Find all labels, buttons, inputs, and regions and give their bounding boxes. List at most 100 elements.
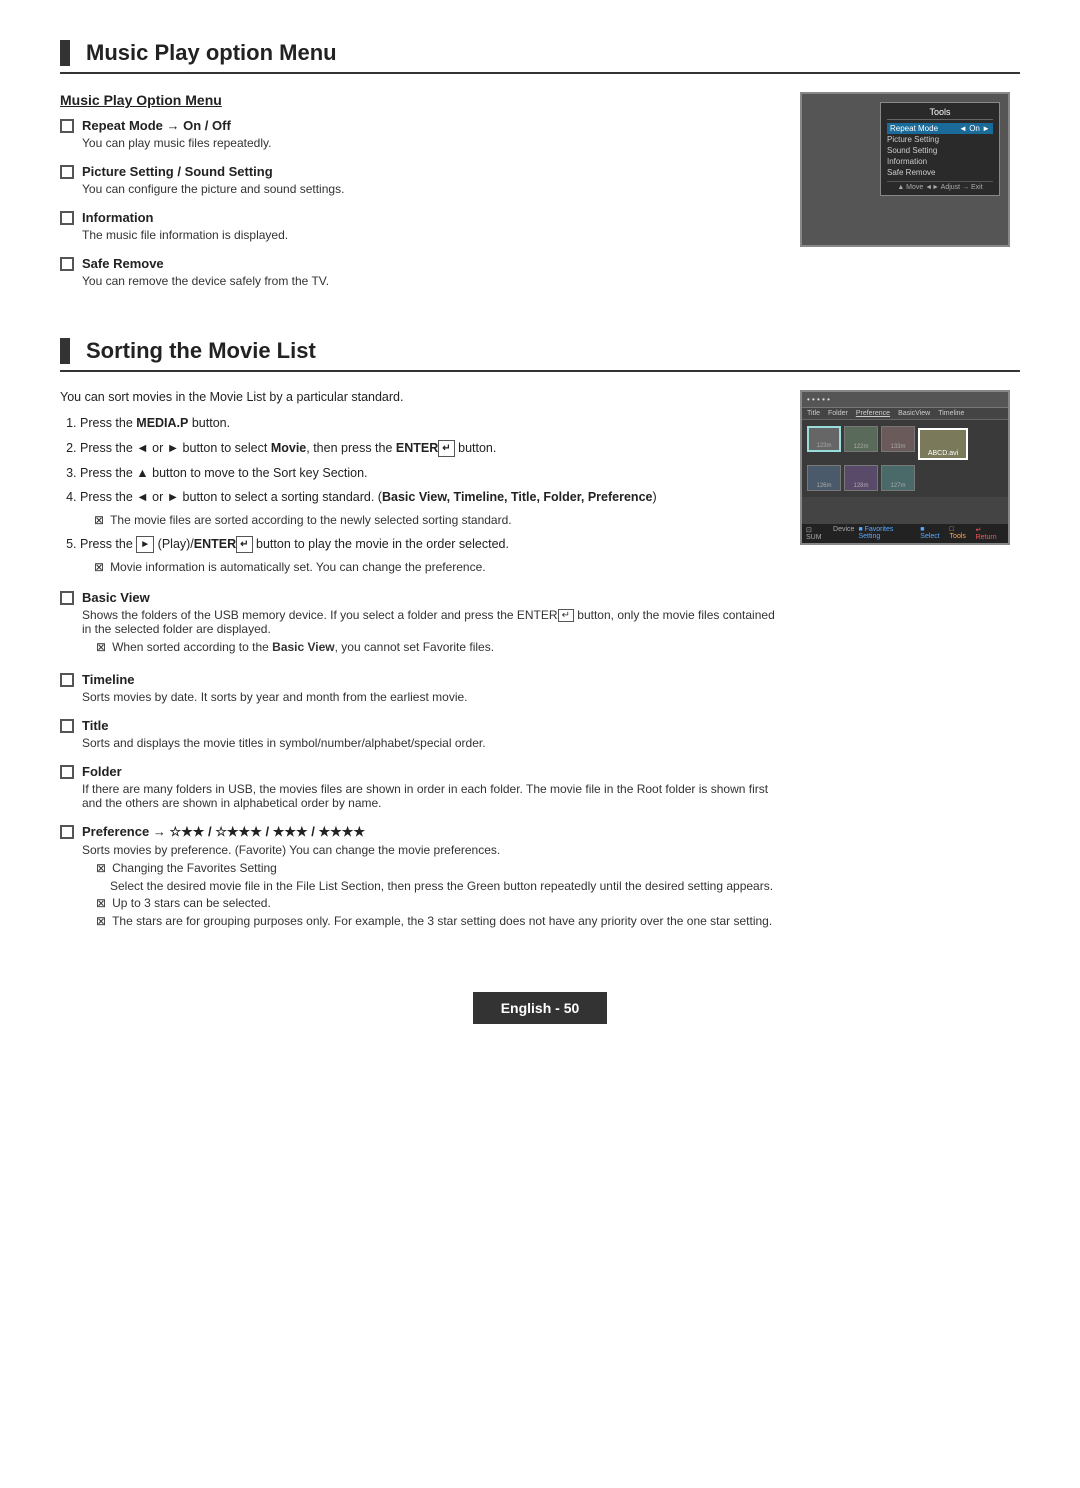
check-label-preference: Preference → ☆★★ / ☆★★★ / ★★★ / ★★★★ bbox=[82, 824, 776, 840]
movie-step-5: Press the ► (Play)/ENTER↵ button to play… bbox=[80, 535, 776, 576]
page-footer: English - 50 bbox=[60, 982, 1020, 1024]
movie-tab-preference: Preference bbox=[856, 410, 890, 417]
check-box-folder bbox=[60, 765, 74, 779]
check-label-basic: Basic View bbox=[82, 590, 776, 605]
movie-footer-favorites: ■ Favorites Setting bbox=[858, 526, 916, 541]
check-label-info: Information bbox=[82, 210, 776, 225]
check-desc-folder: If there are many folders in USB, the mo… bbox=[82, 782, 776, 810]
check-content-repeat: Repeat Mode → On / Off You can play musi… bbox=[82, 118, 776, 150]
movie-header-bar: • • • • • bbox=[802, 392, 1008, 408]
movie-footer-select: ■ Select bbox=[920, 526, 945, 541]
section-music-content: Music Play Option Menu Repeat Mode → On … bbox=[60, 92, 776, 302]
tools-item-repeat-label: Repeat Mode bbox=[890, 124, 938, 133]
check-box-repeat bbox=[60, 119, 74, 133]
section-music-play: Music Play option Menu Music Play Option… bbox=[60, 40, 1020, 302]
movie-footer-return: ↵ Return bbox=[976, 526, 1004, 541]
movie-tv-screen-container: • • • • • Title Folder Preference BasicV… bbox=[800, 390, 1020, 946]
check-content-basic: Basic View Shows the folders of the USB … bbox=[82, 590, 776, 658]
section-movie-inner: You can sort movies in the Movie List by… bbox=[60, 390, 1020, 946]
note-icon-pref3: ⊠ bbox=[96, 914, 106, 928]
check-safe-remove: Safe Remove You can remove the device sa… bbox=[60, 256, 776, 288]
movie-step-2: Press the ◄ or ► button to select Movie,… bbox=[80, 439, 776, 458]
check-content-title: Title Sorts and displays the movie title… bbox=[82, 718, 776, 750]
movie-note-1-text: The movie files are sorted according to … bbox=[110, 511, 512, 529]
music-tv-screen: Tools Repeat Mode ◄ On ► Picture Setting… bbox=[800, 92, 1010, 247]
basic-view-note-text: When sorted according to the Basic View,… bbox=[112, 640, 494, 654]
check-box-timeline bbox=[60, 673, 74, 687]
preference-note-1-text: Changing the Favorites Setting bbox=[112, 861, 277, 875]
tools-item-repeat-arrows: ◄ On ► bbox=[959, 124, 990, 133]
section-music-inner: Music Play Option Menu Repeat Mode → On … bbox=[60, 92, 1020, 302]
movie-footer-device: Device bbox=[833, 526, 854, 541]
movie-footer-bar: ⊡ SUM Device ■ Favorites Setting ■ Selec… bbox=[802, 524, 1008, 543]
check-label-timeline: Timeline bbox=[82, 672, 776, 687]
tools-box: Tools Repeat Mode ◄ On ► Picture Setting… bbox=[880, 102, 1000, 196]
preference-desc-detail: Select the desired movie file in the Fil… bbox=[110, 879, 776, 893]
check-label-title: Title bbox=[82, 718, 776, 733]
movie-tab-timeline: Timeline bbox=[938, 410, 964, 417]
section-title-bar bbox=[60, 40, 70, 66]
preference-note-3: ⊠ The stars are for grouping purposes on… bbox=[96, 914, 776, 928]
tools-item-safe: Safe Remove bbox=[887, 167, 993, 178]
preference-note-2: ⊠ Up to 3 stars can be selected. bbox=[96, 896, 776, 910]
movie-tv-screen: • • • • • Title Folder Preference BasicV… bbox=[800, 390, 1010, 545]
check-label-folder: Folder bbox=[82, 764, 776, 779]
check-content-picture: Picture Setting / Sound Setting You can … bbox=[82, 164, 776, 196]
movie-thumb-selected: ABCD.avi bbox=[918, 428, 968, 460]
movie-note-1: ⊠ The movie files are sorted according t… bbox=[94, 511, 776, 529]
check-box-basic bbox=[60, 591, 74, 605]
check-content-preference: Preference → ☆★★ / ☆★★★ / ★★★ / ★★★★ Sor… bbox=[82, 824, 776, 932]
section-title-movie: Sorting the Movie List bbox=[60, 338, 1020, 372]
movie-step-1: Press the MEDIA.P button. bbox=[80, 414, 776, 433]
movie-thumb-3: 133m bbox=[881, 426, 915, 452]
movie-footer-sum: ⊡ SUM bbox=[806, 526, 829, 541]
check-box-preference bbox=[60, 825, 74, 839]
movie-tab-bar: Title Folder Preference BasicView Timeli… bbox=[802, 408, 1008, 420]
tools-item-safe-label: Safe Remove bbox=[887, 168, 935, 177]
movie-header-dot: • • • • • bbox=[807, 395, 830, 404]
check-desc-picture: You can configure the picture and sound … bbox=[82, 182, 776, 196]
preference-note-1: ⊠ Changing the Favorites Setting bbox=[96, 861, 776, 875]
tools-item-sound-label: Sound Setting bbox=[887, 146, 937, 155]
check-title: Title Sorts and displays the movie title… bbox=[60, 718, 776, 750]
movie-thumb-2: 122m bbox=[844, 426, 878, 452]
section-title-music: Music Play option Menu bbox=[60, 40, 1020, 74]
check-desc-safe: You can remove the device safely from th… bbox=[82, 274, 776, 288]
movie-step-3: Press the ▲ button to move to the Sort k… bbox=[80, 464, 776, 483]
check-desc-basic: Shows the folders of the USB memory devi… bbox=[82, 608, 776, 636]
check-content-timeline: Timeline Sorts movies by date. It sorts … bbox=[82, 672, 776, 704]
movie-steps-list: Press the MEDIA.P button. Press the ◄ or… bbox=[80, 414, 776, 576]
check-label-picture: Picture Setting / Sound Setting bbox=[82, 164, 776, 179]
check-folder: Folder If there are many folders in USB,… bbox=[60, 764, 776, 810]
tools-item-sound: Sound Setting bbox=[887, 145, 993, 156]
movie-thumb-5: 128m bbox=[844, 465, 878, 491]
check-box-info bbox=[60, 211, 74, 225]
check-information: Information The music file information i… bbox=[60, 210, 776, 242]
check-repeat-mode: Repeat Mode → On / Off You can play musi… bbox=[60, 118, 776, 150]
check-label-repeat: Repeat Mode → On / Off bbox=[82, 118, 776, 133]
tools-item-info: Information bbox=[887, 156, 993, 167]
movie-tab-folder: Folder bbox=[828, 410, 848, 417]
movie-footer-tools: □ Tools bbox=[950, 526, 972, 541]
preference-note-2-text: Up to 3 stars can be selected. bbox=[112, 896, 271, 910]
check-content-safe: Safe Remove You can remove the device sa… bbox=[82, 256, 776, 288]
movie-thumb-4: 126m bbox=[807, 465, 841, 491]
note-icon-basic: ⊠ bbox=[96, 640, 106, 654]
tools-item-picture: Picture Setting bbox=[887, 134, 993, 145]
check-desc-title: Sorts and displays the movie titles in s… bbox=[82, 736, 776, 750]
tools-footer: ▲ Move ◄► Adjust → Exit bbox=[887, 181, 993, 191]
check-desc-info: The music file information is displayed. bbox=[82, 228, 776, 242]
section-movie-content: You can sort movies in the Movie List by… bbox=[60, 390, 776, 946]
tools-item-repeat: Repeat Mode ◄ On ► bbox=[887, 123, 993, 134]
tools-title: Tools bbox=[887, 107, 993, 120]
movie-intro: You can sort movies in the Movie List by… bbox=[60, 390, 776, 404]
note-icon-pref2: ⊠ bbox=[96, 896, 106, 910]
note-icon-2: ⊠ bbox=[94, 558, 104, 576]
note-icon-1: ⊠ bbox=[94, 511, 104, 529]
movie-tab-basicview: BasicView bbox=[898, 410, 930, 417]
preference-note-3-text: The stars are for grouping purposes only… bbox=[112, 914, 772, 928]
check-box-safe bbox=[60, 257, 74, 271]
note-icon-pref1: ⊠ bbox=[96, 861, 106, 875]
check-content-folder: Folder If there are many folders in USB,… bbox=[82, 764, 776, 810]
footer-badge: English - 50 bbox=[473, 992, 608, 1024]
